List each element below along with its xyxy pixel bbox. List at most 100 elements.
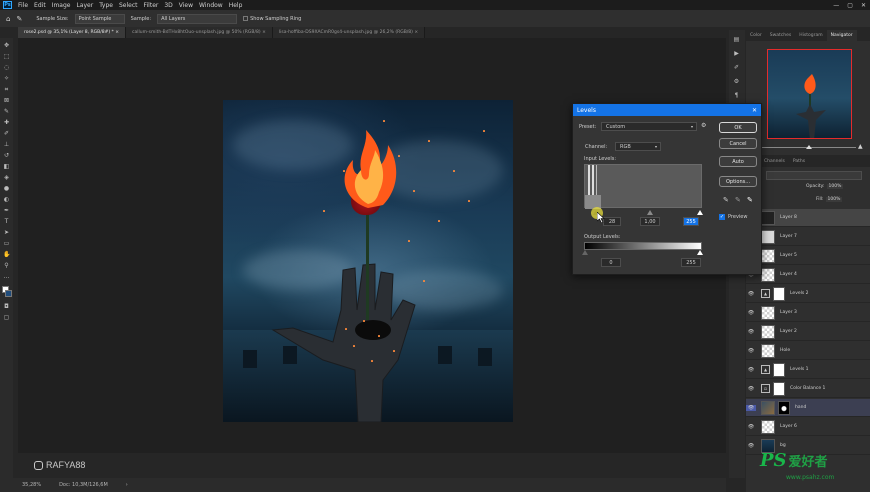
output-black-slider[interactable] — [582, 250, 588, 255]
input-gamma-slider[interactable] — [647, 210, 653, 215]
tab-navigator[interactable]: Navigator — [826, 30, 857, 41]
minimize-button[interactable]: — — [833, 2, 839, 9]
layer-row-layer-7[interactable]: 👁 Layer 7 — [746, 228, 870, 246]
layer-filter-bar[interactable] — [766, 171, 862, 180]
black-eyedropper-icon[interactable]: ✎ — [723, 196, 729, 204]
type-tool-icon[interactable]: T — [3, 218, 10, 225]
options-button[interactable]: Options... — [719, 176, 757, 187]
paint-bucket-icon[interactable]: ◈ — [3, 174, 10, 181]
close-window-button[interactable]: ✕ — [861, 2, 866, 9]
layer-row-levels-2[interactable]: 👁 ▲ Levels 2 — [746, 285, 870, 303]
menu-type[interactable]: Type — [96, 2, 116, 9]
move-tool-icon[interactable]: ✥ — [3, 42, 10, 49]
layer-row-levels-1[interactable]: 👁 ▲ Levels 1 — [746, 361, 870, 379]
frame-tool-icon[interactable]: ⊠ — [3, 97, 10, 104]
menu-select[interactable]: Select — [116, 2, 141, 9]
eraser-tool-icon[interactable]: ◧ — [3, 163, 10, 170]
history-panel-icon[interactable]: ▤ — [733, 36, 740, 43]
zoom-level[interactable]: 35,28% — [22, 482, 41, 488]
menu-image[interactable]: Image — [49, 2, 74, 9]
layer-mask-thumbnail[interactable] — [773, 381, 785, 396]
eyedropper-icon[interactable]: ✎ — [3, 108, 10, 115]
history-brush-icon[interactable]: ↺ — [3, 152, 10, 159]
fill-value[interactable]: 100% — [825, 197, 843, 202]
input-black-field[interactable]: 28 — [603, 217, 621, 226]
channel-select[interactable]: RGB ▾ — [615, 142, 661, 151]
tab-swatches[interactable]: Swatches — [766, 30, 796, 41]
artwork-canvas[interactable] — [223, 100, 513, 422]
home-icon[interactable]: ⌂ — [6, 15, 10, 23]
marquee-tool-icon[interactable]: ⬚ — [3, 53, 10, 60]
layer-mask-thumbnail[interactable] — [773, 286, 785, 301]
lasso-tool-icon[interactable]: ◌ — [3, 64, 10, 71]
clone-stamp-icon[interactable]: ⊥ — [3, 141, 10, 148]
zoom-tool-icon[interactable]: ⚲ — [3, 262, 10, 269]
tab-rose2[interactable]: rose2.psd @ 35,1% (Layer 8, RGB/8#) * × — [18, 27, 127, 38]
preset-options-gear-icon[interactable]: ⚙ — [701, 122, 706, 129]
layer-row-layer-4[interactable]: 👁 Layer 4 — [746, 266, 870, 284]
layer-mask-thumbnail[interactable] — [778, 400, 790, 415]
dialog-titlebar[interactable]: Levels ✕ — [573, 104, 761, 116]
quick-select-tool-icon[interactable]: ✧ — [3, 75, 10, 82]
ok-button[interactable]: OK — [719, 122, 757, 133]
eye-icon[interactable]: 👁 — [746, 348, 756, 354]
layer-row-color-balance-1[interactable]: 👁 ⚖ Color Balance 1 — [746, 380, 870, 398]
brush-tool-icon[interactable]: ✐ — [3, 130, 10, 137]
input-gamma-field[interactable]: 1,00 — [640, 217, 660, 226]
pen-tool-icon[interactable]: ✒ — [3, 207, 10, 214]
doc-size[interactable]: Doc: 10,3M/126,6M — [59, 482, 108, 488]
eye-icon[interactable]: 👁 — [746, 367, 756, 373]
layer-row-layer-8[interactable]: Layer 8 — [746, 209, 870, 227]
zoom-slider[interactable]: ▴ ▲ — [752, 143, 864, 150]
paragraph-panel-icon[interactable]: ¶ — [733, 92, 740, 99]
dodge-tool-icon[interactable]: ◐ — [3, 196, 10, 203]
cancel-button[interactable]: Cancel — [719, 138, 757, 149]
zoom-thumb[interactable] — [806, 145, 812, 149]
auto-button[interactable]: Auto — [719, 156, 757, 167]
rectangle-tool-icon[interactable]: ▭ — [3, 240, 10, 247]
background-color-swatch[interactable] — [5, 290, 12, 297]
preset-select[interactable]: Custom ▾ — [601, 122, 697, 131]
sample-size-select[interactable]: Point Sample — [74, 13, 125, 24]
white-eyedropper-icon[interactable]: ✎ — [747, 196, 753, 204]
tab-paths[interactable]: Paths — [789, 156, 809, 167]
menu-layer[interactable]: Layer — [73, 2, 96, 9]
close-icon[interactable]: ✕ — [752, 107, 757, 114]
path-select-icon[interactable]: ➤ — [3, 229, 10, 236]
menu-view[interactable]: View — [176, 2, 196, 9]
menu-window[interactable]: Window — [196, 2, 226, 9]
quick-mask-icon[interactable]: ◘ — [3, 303, 10, 310]
tab-channels[interactable]: Channels — [760, 156, 789, 167]
input-white-field[interactable]: 255 — [683, 217, 699, 226]
preview-checkbox[interactable]: ✓ Preview — [719, 214, 747, 220]
layer-row-layer-6[interactable]: 👁 Layer 6 — [746, 418, 870, 436]
brush-panel-icon[interactable]: ✐ — [733, 64, 740, 71]
tab-histogram[interactable]: Histogram — [795, 30, 826, 41]
eyedropper-tool-icon[interactable]: ✎ — [16, 15, 22, 23]
input-white-slider[interactable] — [697, 210, 703, 215]
maximize-button[interactable]: ▢ — [847, 2, 853, 9]
tab-lisa-hoffiba[interactable]: lisa-hoffiba-DS9XACmR0gs4-unsplash.jpg @… — [272, 27, 426, 38]
menu-filter[interactable]: Filter — [141, 2, 162, 9]
menu-file[interactable]: File — [15, 2, 31, 9]
layer-row-hole[interactable]: 👁 Hole — [746, 342, 870, 360]
more-tools-icon[interactable]: … — [3, 273, 10, 280]
navigator-thumbnail[interactable] — [767, 49, 852, 139]
adjust-panel-icon[interactable]: ⚙ — [733, 78, 740, 85]
tab-color[interactable]: Color — [746, 30, 766, 41]
output-black-field[interactable]: 0 — [601, 258, 621, 267]
eye-icon[interactable]: 👁 — [746, 443, 756, 449]
menu-help[interactable]: Help — [226, 2, 246, 9]
tab-callum-smith[interactable]: callum-smith-BdTHx8htOuo-unsplash.jpg @ … — [126, 27, 273, 38]
output-white-slider[interactable] — [697, 250, 703, 255]
menu-3d[interactable]: 3D — [161, 2, 175, 9]
layer-mask-thumbnail[interactable] — [773, 362, 785, 377]
healing-brush-icon[interactable]: ✚ — [3, 119, 10, 126]
layer-row-layer-3[interactable]: 👁 Layer 3 — [746, 304, 870, 322]
layer-row-hand[interactable]: 👁 hand — [746, 399, 870, 417]
eye-icon[interactable]: 👁 — [746, 424, 756, 430]
screen-mode-icon[interactable]: ▢ — [3, 314, 10, 321]
blur-tool-icon[interactable]: ● — [3, 185, 10, 192]
eye-icon[interactable]: 👁 — [746, 329, 756, 335]
sample-select[interactable]: All Layers — [157, 13, 238, 24]
